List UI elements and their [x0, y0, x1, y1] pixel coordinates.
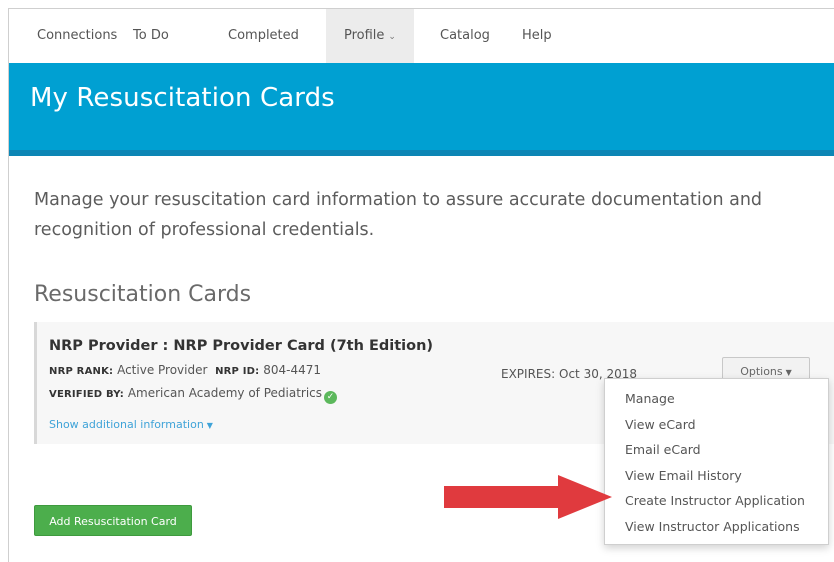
card-rank-id: NRP RANK: Active Provider NRP ID: 804-44… — [49, 363, 321, 377]
page-title: My Resuscitation Cards — [30, 83, 335, 113]
card-verified: VERIFIED BY: American Academy of Pediatr… — [49, 386, 338, 404]
nav-profile[interactable]: Profile ⌄ — [326, 9, 414, 63]
menu-item-view-email-history[interactable]: View Email History — [605, 463, 828, 489]
options-label: Options — [740, 365, 783, 378]
rank-value: Active Provider — [117, 363, 208, 377]
verified-label: VERIFIED BY: — [49, 389, 125, 400]
red-arrow-annotation — [444, 475, 612, 519]
nav-profile-label: Profile — [344, 28, 385, 43]
menu-item-view-instructor-applications[interactable]: View Instructor Applications — [605, 514, 828, 540]
nav-todo[interactable]: To Do — [133, 9, 169, 63]
nav-catalog[interactable]: Catalog — [440, 9, 490, 63]
rank-label: NRP RANK: — [49, 366, 114, 377]
chevron-down-icon: ⌄ — [388, 32, 396, 42]
card-title: NRP Provider : NRP Provider Card (7th Ed… — [49, 338, 434, 354]
nav-help[interactable]: Help — [522, 9, 552, 63]
caret-down-icon: ▼ — [206, 421, 213, 430]
menu-item-manage[interactable]: Manage — [605, 386, 828, 412]
section-title: Resuscitation Cards — [34, 282, 252, 307]
menu-item-create-instructor-application[interactable]: Create Instructor Application — [605, 488, 828, 514]
id-label: NRP ID: — [215, 366, 260, 377]
expires-label: EXPIRES: — [501, 367, 556, 381]
id-value: 804-4471 — [263, 363, 321, 377]
top-nav: Connections To Do Completed Profile ⌄ Cat… — [9, 9, 834, 63]
add-resuscitation-card-button[interactable]: Add Resuscitation Card — [34, 505, 192, 536]
intro-text: Manage your resuscitation card informati… — [34, 185, 824, 245]
page-banner: My Resuscitation Cards — [9, 63, 834, 156]
intro-line-1: Manage your resuscitation card informati… — [34, 190, 763, 210]
verified-check-icon: ✓ — [324, 391, 338, 404]
menu-item-view-ecard[interactable]: View eCard — [605, 412, 828, 438]
show-more-label: Show additional information — [49, 418, 204, 431]
show-additional-info-link[interactable]: Show additional information ▼ — [49, 418, 213, 431]
verified-value: American Academy of Pediatrics — [127, 386, 323, 400]
nav-connections[interactable]: Connections — [37, 9, 117, 63]
options-dropdown-menu: Manage View eCard Email eCard View Email… — [604, 378, 829, 545]
nav-completed[interactable]: Completed — [228, 9, 299, 63]
menu-item-email-ecard[interactable]: Email eCard — [605, 437, 828, 463]
intro-line-2: recognition of professional credentials. — [34, 220, 375, 240]
caret-down-icon: ▼ — [785, 368, 792, 377]
arrow-shape — [444, 475, 612, 519]
